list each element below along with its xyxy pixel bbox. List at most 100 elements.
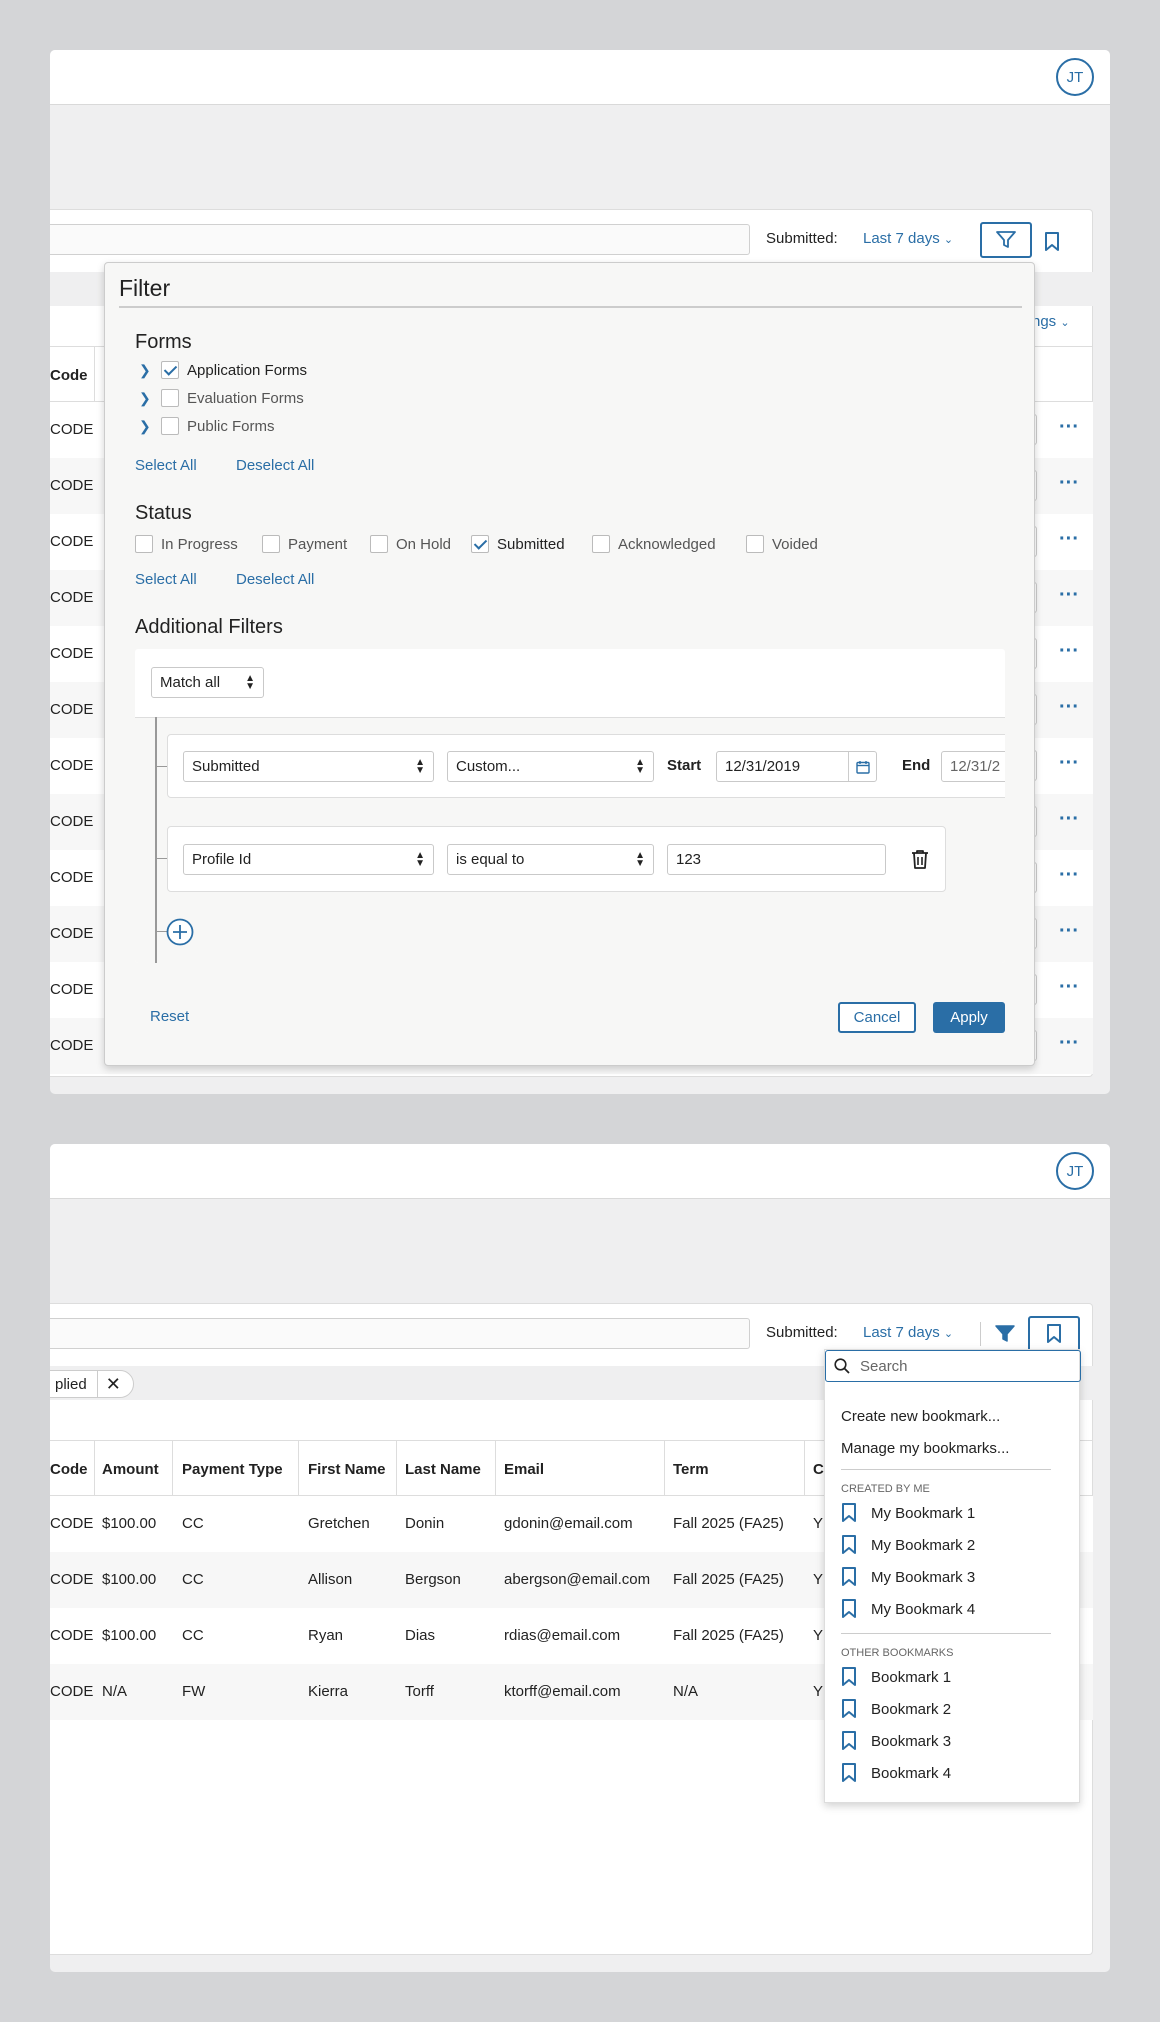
form-type-label: Application Forms (187, 361, 308, 379)
column-header[interactable]: C (813, 1461, 824, 1478)
date-range-dropdown[interactable]: Last 7 days ⌄ (863, 230, 953, 247)
rule1-operator-select[interactable]: Custom... ▲ ▼ (447, 751, 654, 782)
column-header[interactable]: Last Name (405, 1461, 481, 1478)
more-actions-icon[interactable]: ··· (1059, 1032, 1079, 1055)
trash-icon[interactable] (911, 849, 929, 870)
status-label: Voided (772, 535, 818, 553)
status-checkbox[interactable] (135, 535, 153, 553)
more-actions-icon[interactable]: ··· (1059, 752, 1079, 775)
column-header[interactable]: Payment Type (182, 1461, 283, 1478)
status-checkbox[interactable] (746, 535, 764, 553)
bookmark-item[interactable]: My Bookmark 4 (841, 1599, 975, 1619)
status-checkbox[interactable] (592, 535, 610, 553)
filter-title: Filter (119, 275, 171, 301)
form-type-label: Public Forms (187, 417, 275, 435)
add-rule-icon[interactable] (166, 918, 194, 946)
rule2-operator-select[interactable]: is equal to ▲ ▼ (447, 844, 654, 875)
search-icon (834, 1358, 850, 1374)
status-checkbox[interactable] (370, 535, 388, 553)
menu-divider (841, 1633, 1051, 1634)
search-input[interactable] (50, 1318, 750, 1349)
status-label: In Progress (161, 535, 238, 553)
apply-button[interactable]: Apply (933, 1002, 1005, 1033)
form-type-checkbox[interactable] (161, 417, 179, 435)
bookmark-label: Bookmark 3 (871, 1732, 952, 1750)
close-icon[interactable]: ✕ (106, 1374, 121, 1395)
status-checkbox[interactable] (471, 535, 489, 553)
table-cell: Gretchen (308, 1515, 370, 1532)
column-header[interactable]: Term (673, 1461, 709, 1478)
bookmark-icon[interactable] (1044, 232, 1060, 252)
updown-icon: ▲ ▼ (415, 756, 425, 776)
rule2-field-select[interactable]: Profile Id ▲ ▼ (183, 844, 434, 875)
match-select[interactable]: Match all ▲ ▼ (151, 667, 264, 698)
more-actions-icon[interactable]: ··· (1059, 528, 1079, 551)
bookmark-item[interactable]: Bookmark 3 (841, 1731, 951, 1751)
column-header[interactable]: Email (504, 1461, 544, 1478)
user-avatar[interactable]: JT (1056, 1152, 1094, 1190)
bookmark-item[interactable]: My Bookmark 2 (841, 1535, 975, 1555)
settings-menu[interactable]: ngs ⌄ (1032, 313, 1070, 330)
manage-bookmarks-link[interactable]: Manage my bookmarks... (841, 1440, 1009, 1457)
more-actions-icon[interactable]: ··· (1059, 864, 1079, 887)
more-actions-icon[interactable]: ··· (1059, 920, 1079, 943)
forms-heading: Forms (135, 331, 192, 353)
cancel-button[interactable]: Cancel (838, 1002, 916, 1033)
updown-icon: ▲ ▼ (635, 849, 645, 869)
bookmark-item[interactable]: My Bookmark 3 (841, 1567, 975, 1587)
bookmark-search-input[interactable]: Search (825, 1350, 1081, 1382)
search-input[interactable] (50, 224, 750, 255)
bookmark-item[interactable]: My Bookmark 1 (841, 1503, 975, 1523)
table-cell: N/A (102, 1683, 128, 1700)
chevron-right-icon[interactable]: ❯ (135, 362, 161, 379)
reset-button[interactable]: Reset (150, 1008, 189, 1025)
more-actions-icon[interactable]: ··· (1059, 808, 1079, 831)
forms-deselect-all[interactable]: Deselect All (236, 457, 314, 474)
column-header[interactable]: Code (50, 1461, 88, 1478)
form-type-checkbox[interactable] (161, 389, 179, 407)
create-bookmark-link[interactable]: Create new bookmark... (841, 1408, 1000, 1425)
bookmark-button[interactable] (1028, 1316, 1080, 1352)
column-header[interactable]: First Name (308, 1461, 386, 1478)
start-date-input[interactable]: 12/31/2019 (716, 751, 877, 782)
more-actions-icon[interactable]: ··· (1059, 640, 1079, 663)
filter-button[interactable] (980, 222, 1032, 258)
table-cell: Allison (308, 1571, 353, 1588)
rule2-value-input[interactable]: 123 (667, 844, 886, 875)
title-divider (119, 306, 1022, 308)
user-avatar[interactable]: JT (1056, 58, 1094, 96)
rule1-field-select[interactable]: Submitted ▲ ▼ (183, 751, 434, 782)
calendar-icon[interactable] (848, 752, 876, 781)
status-deselect-all[interactable]: Deselect All (236, 571, 314, 588)
more-actions-icon[interactable]: ··· (1059, 976, 1079, 999)
column-header[interactable]: Amount (102, 1461, 159, 1478)
table-cell: Ryan (308, 1627, 344, 1644)
more-actions-icon[interactable]: ··· (1059, 584, 1079, 607)
status-select-all[interactable]: Select All (135, 571, 197, 588)
chevron-right-icon[interactable]: ❯ (135, 418, 161, 435)
table-cell: Y (813, 1683, 824, 1700)
applied-chip-label: plied (55, 1375, 87, 1393)
date-range-value: Last 7 days (863, 230, 940, 247)
cell-code: CODE (50, 701, 94, 718)
created-by-me-heading: CREATED BY ME (841, 1483, 930, 1495)
bookmark-item[interactable]: Bookmark 1 (841, 1667, 951, 1687)
end-date-input[interactable]: 12/31/2 (941, 751, 1005, 782)
table-cell: FW (182, 1683, 206, 1700)
bookmark-item[interactable]: Bookmark 4 (841, 1763, 951, 1783)
column-divider (298, 1440, 299, 1496)
cell-code: CODE (50, 813, 94, 830)
forms-select-all[interactable]: Select All (135, 457, 197, 474)
more-actions-icon[interactable]: ··· (1059, 416, 1079, 439)
status-checkbox[interactable] (262, 535, 280, 553)
bookmark-item[interactable]: Bookmark 2 (841, 1699, 951, 1719)
more-actions-icon[interactable]: ··· (1059, 696, 1079, 719)
form-type-checkbox[interactable] (161, 361, 179, 379)
table-cell: rdias@email.com (504, 1627, 621, 1644)
more-actions-icon[interactable]: ··· (1059, 472, 1079, 495)
date-range-dropdown[interactable]: Last 7 days ⌄ (863, 1324, 953, 1341)
bookmark-icon (1047, 1324, 1061, 1343)
chevron-right-icon[interactable]: ❯ (135, 390, 161, 407)
column-header-code[interactable]: Code (50, 367, 88, 384)
filter-icon[interactable] (994, 1324, 1016, 1344)
